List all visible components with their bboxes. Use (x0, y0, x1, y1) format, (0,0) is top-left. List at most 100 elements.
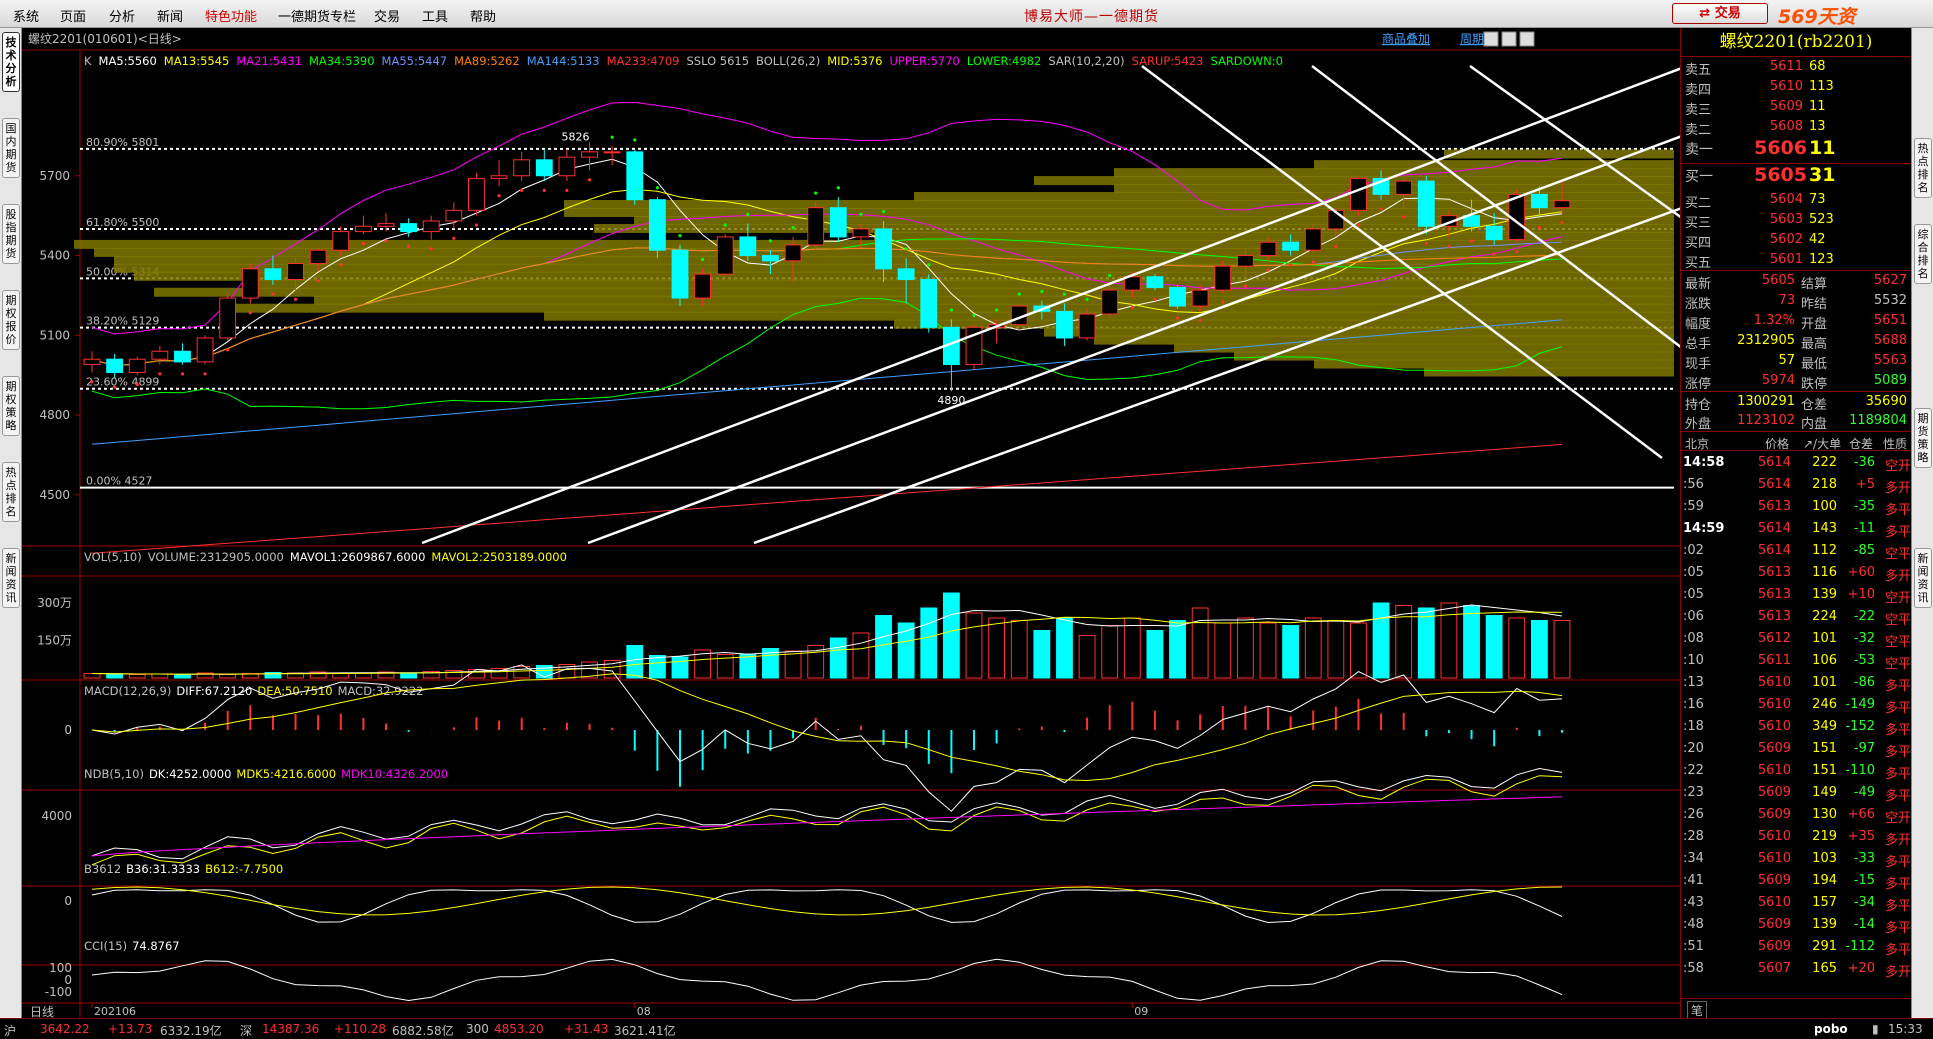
volume-bar[interactable] (875, 615, 892, 679)
volume-bar[interactable] (671, 656, 689, 679)
tick-row[interactable]: :20 5609 151 -97 多平 (1681, 737, 1911, 760)
volume-bar[interactable] (1508, 617, 1526, 679)
tab-options-quote[interactable]: 期权报价 (2, 290, 20, 350)
volume-bar[interactable] (1214, 622, 1232, 679)
volume-bar[interactable] (1010, 620, 1028, 679)
tick-row[interactable]: 14:59 5614 143 -11 多平 (1681, 517, 1911, 540)
candle-body[interactable] (626, 151, 644, 201)
volume-bar[interactable] (400, 673, 418, 679)
volume-bar[interactable] (988, 617, 1006, 679)
tick-row[interactable]: :23 5609 149 -49 多平 (1681, 781, 1911, 804)
volume-bar[interactable] (942, 592, 960, 679)
tick-row[interactable]: 14:58 5614 222 -36 空开 (1681, 451, 1911, 474)
candle-body[interactable] (558, 156, 576, 177)
volume-bar[interactable] (1169, 620, 1186, 679)
tab-domestic-futures[interactable]: 国内期货 (2, 118, 20, 178)
candle-body[interactable] (739, 236, 757, 257)
tick-row[interactable]: :43 5610 157 -34 多平 (1681, 891, 1911, 914)
candle-body[interactable] (1169, 286, 1186, 307)
volume-bar[interactable] (83, 673, 101, 679)
tick-row[interactable]: :05 5613 139 +10 空开 (1681, 583, 1911, 606)
candle-body[interactable] (762, 255, 779, 262)
tab-options-strategy[interactable]: 期权策略 (2, 376, 20, 436)
menu-special[interactable]: 特色功能 (205, 6, 257, 25)
candle-body[interactable] (1350, 177, 1367, 211)
candle-body[interactable] (694, 273, 712, 299)
volume-bar[interactable] (1485, 615, 1503, 679)
volume-bar[interactable] (1123, 617, 1141, 679)
volume-bar[interactable] (219, 674, 237, 679)
candle-body[interactable] (400, 223, 418, 233)
candle-body[interactable] (829, 207, 847, 238)
menu-system[interactable]: 系统 (13, 6, 39, 25)
candle-body[interactable] (1191, 289, 1209, 307)
volume-bar[interactable] (626, 645, 644, 679)
period-button[interactable]: 周期 (1460, 32, 1484, 46)
candle-body[interactable] (83, 358, 101, 366)
candle-body[interactable] (241, 268, 259, 299)
tab-right-strategy[interactable]: 期货策略 (1914, 408, 1932, 468)
candle-body[interactable] (490, 175, 508, 179)
volume-bar[interactable] (852, 632, 870, 679)
tab-technical-analysis[interactable]: 技术分析 (2, 32, 20, 92)
tick-row[interactable]: :05 5613 116 +60 多开 (1681, 561, 1911, 584)
menu-help[interactable]: 帮助 (470, 6, 496, 25)
tick-row[interactable]: :22 5610 151 -110 多平 (1681, 759, 1911, 782)
tab-hot-ranking[interactable]: 热点排名 (2, 462, 20, 522)
tick-row[interactable]: :13 5610 101 -86 多平 (1681, 671, 1911, 694)
candle-body[interactable] (535, 159, 553, 177)
tick-row[interactable]: :02 5614 112 -85 空平 (1681, 539, 1911, 562)
tab-index-futures[interactable]: 股指期货 (2, 204, 20, 264)
kline-chart-svg[interactable]: 螺纹2201(010601)<日线> 商品叠加 周期 K MA5:5560 MA13:55… (22, 28, 1680, 1018)
candle-body[interactable] (1485, 225, 1503, 241)
candle-body[interactable] (445, 209, 463, 222)
volume-bar[interactable] (128, 674, 146, 679)
menu-trade[interactable]: 交易 (374, 6, 400, 25)
menu-page[interactable]: 页面 (60, 6, 86, 25)
volume-bar[interactable] (1146, 630, 1164, 679)
menu-news[interactable]: 新闻 (157, 6, 183, 25)
volume-bar[interactable] (1463, 605, 1480, 679)
tick-row[interactable]: :59 5613 100 -35 多平 (1681, 495, 1911, 518)
candle-body[interactable] (1395, 180, 1413, 195)
volume-bar[interactable] (1236, 617, 1254, 679)
candle-body[interactable] (581, 151, 598, 158)
candle-body[interactable] (1417, 180, 1435, 227)
volume-bar[interactable] (1350, 622, 1367, 679)
candle-body[interactable] (354, 225, 372, 233)
candle-body[interactable] (648, 199, 666, 251)
candle-body[interactable] (287, 263, 304, 280)
candle-body[interactable] (1214, 265, 1232, 291)
volume-bar[interactable] (1417, 607, 1435, 679)
candle-body[interactable] (716, 236, 734, 275)
volume-bar[interactable] (965, 612, 983, 679)
tab-right-overall[interactable]: 综合排名 (1914, 224, 1932, 284)
candle-body[interactable] (422, 220, 440, 233)
close-button[interactable] (1519, 31, 1535, 47)
candle-body[interactable] (784, 244, 802, 262)
candle-body[interactable] (852, 228, 870, 238)
minimize-button[interactable] (1483, 31, 1499, 47)
volume-bar[interactable] (1372, 602, 1390, 679)
candle-body[interactable] (1304, 228, 1322, 251)
candle-body[interactable] (1123, 276, 1141, 291)
candle-body[interactable] (151, 350, 169, 360)
candle-body[interactable] (1553, 200, 1571, 209)
candle-body[interactable] (603, 151, 621, 154)
candle-body[interactable] (1282, 241, 1300, 251)
candle-body[interactable] (671, 249, 689, 299)
tick-row[interactable]: :28 5610 219 +35 多开 (1681, 825, 1911, 848)
candle-body[interactable] (1056, 310, 1073, 339)
volume-bar[interactable] (1259, 622, 1277, 679)
tick-row[interactable]: :51 5609 291 -112 多平 (1681, 935, 1911, 958)
tab-right-hot[interactable]: 热点排名 (1914, 138, 1932, 198)
candle-body[interactable] (1146, 276, 1164, 288)
tick-row[interactable]: :06 5613 224 -22 空平 (1681, 605, 1911, 628)
candle-body[interactable] (468, 177, 485, 211)
candle-body[interactable] (264, 268, 282, 280)
trade-button[interactable]: ⇄ 交易 (1672, 3, 1768, 24)
kline-chart-area[interactable]: 螺纹2201(010601)<日线> 商品叠加 周期 K MA5:5560 MA13:55… (22, 28, 1680, 1018)
candle-body[interactable] (1101, 289, 1119, 315)
tick-row[interactable]: :41 5609 194 -15 多平 (1681, 869, 1911, 892)
volume-bar[interactable] (151, 673, 169, 679)
